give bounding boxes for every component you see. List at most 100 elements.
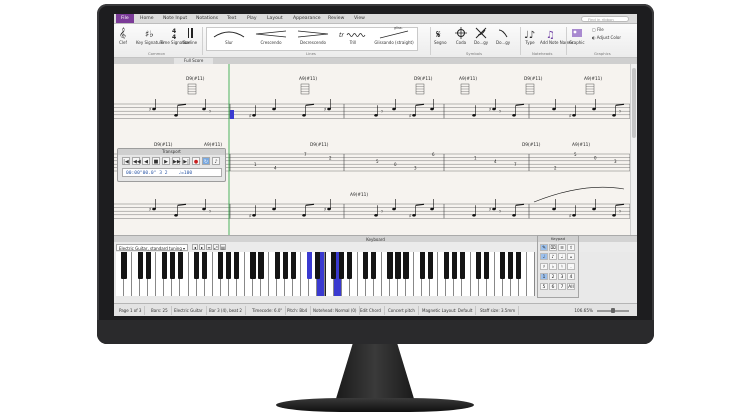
adjust-color-button[interactable]: ◐ Adjust Color — [592, 35, 621, 40]
piano-black-key[interactable] — [459, 252, 466, 279]
status-concert-pitch[interactable]: Concert pitch — [385, 306, 419, 315]
keyboard-layout-button[interactable]: ▤ — [220, 244, 226, 250]
trill-button[interactable]: tr Trill — [336, 29, 370, 45]
piano-black-key[interactable] — [250, 252, 256, 279]
coda-button[interactable]: Coda — [455, 27, 467, 45]
barline-button[interactable]: Barline — [183, 27, 197, 45]
tab-play[interactable]: Play — [247, 15, 257, 22]
keyboard-octave-down-button[interactable]: ◂ — [192, 244, 198, 250]
slur-button[interactable]: Slur — [210, 29, 248, 45]
keypad-key[interactable]: 𝅝 — [567, 253, 575, 260]
piano-black-key[interactable] — [177, 252, 184, 279]
piano-black-key[interactable] — [371, 252, 377, 279]
tab-appearance[interactable]: Appearance — [293, 15, 321, 22]
tab-layout[interactable]: Layout — [267, 15, 283, 22]
piano-black-key[interactable] — [395, 252, 401, 279]
piano-black-key[interactable] — [202, 252, 208, 279]
graphic-file-button[interactable]: ▢ File — [592, 27, 604, 32]
piano-black-key[interactable] — [306, 252, 312, 279]
piano-black-key[interactable] — [314, 252, 321, 279]
piano-black-key[interactable] — [508, 252, 514, 279]
scrollbar-thumb[interactable] — [632, 68, 636, 138]
tab-home[interactable]: Home — [140, 15, 154, 22]
status-edit-chord[interactable]: Edit Chord — [357, 306, 385, 315]
keypad-layout-button[interactable]: ⇧ — [567, 244, 575, 251]
tab-text[interactable]: Text — [227, 15, 236, 22]
keypad-key[interactable]: ♮ — [558, 263, 566, 270]
tab-file[interactable]: File — [116, 14, 134, 23]
tab-note-input[interactable]: Note Input — [163, 15, 187, 22]
keypad-key[interactable]: ♪ — [549, 253, 557, 260]
step-back-button[interactable]: ◀ — [142, 157, 150, 165]
piano-white-key[interactable] — [526, 252, 535, 296]
click-button[interactable]: ♪ — [212, 157, 220, 165]
piano-black-key[interactable] — [234, 252, 240, 279]
piano-black-key[interactable] — [476, 252, 482, 279]
piano-black-key[interactable] — [282, 252, 288, 279]
keypad-key[interactable]: . — [567, 263, 575, 270]
keypad-key[interactable]: 1 — [540, 273, 548, 280]
tab-notations[interactable]: Notations — [196, 15, 218, 22]
piano-black-key[interactable] — [427, 252, 433, 279]
keypad-key[interactable]: 𝅗𝅥 — [558, 253, 566, 260]
keypad-layout-button[interactable]: ⌧ — [549, 244, 557, 251]
keypad-key[interactable]: 3 — [558, 273, 566, 280]
piano-black-key[interactable] — [218, 252, 224, 279]
doit-button-2[interactable]: Do...gy — [496, 27, 510, 45]
forward-to-end-button[interactable]: ▶| — [182, 157, 190, 165]
stop-button[interactable]: ■ — [152, 157, 160, 165]
crescendo-button[interactable]: Crescendo — [252, 29, 290, 45]
piano-black-key[interactable] — [419, 252, 425, 279]
piano-black-key[interactable] — [339, 252, 345, 279]
live-playback-button[interactable]: ↻ — [202, 157, 210, 165]
piano-black-key[interactable] — [161, 252, 167, 279]
ribbon-search-input[interactable]: Find in ribbon — [581, 15, 629, 22]
keypad-key[interactable]: ♭ — [549, 263, 557, 270]
play-button[interactable]: ▶ — [162, 157, 170, 165]
piano-black-key[interactable] — [330, 252, 337, 279]
piano-black-key[interactable] — [347, 252, 353, 279]
notehead-type-button[interactable]: ♩♪ Type — [524, 27, 536, 45]
keypad-layout-button[interactable]: ≡ — [558, 244, 566, 251]
piano-black-key[interactable] — [451, 252, 457, 279]
piano-black-key[interactable] — [500, 252, 506, 279]
graphic-button[interactable]: Graphic — [569, 27, 585, 45]
piano-black-key[interactable] — [137, 252, 143, 279]
doit-button[interactable]: Do...gy — [474, 27, 488, 45]
piano-black-key[interactable] — [226, 252, 232, 279]
keypad-key[interactable]: 5 — [540, 283, 548, 290]
clef-button[interactable]: 𝄞 Clef — [117, 27, 129, 45]
decrescendo-button[interactable]: Decrescendo — [294, 29, 332, 45]
keyboard-chord-button[interactable]: ≡ — [206, 244, 212, 250]
piano-black-key[interactable] — [169, 252, 175, 279]
rewind-to-start-button[interactable]: |◀ — [122, 157, 130, 165]
record-button[interactable]: ● — [192, 157, 200, 165]
keypad-key[interactable]: All — [567, 283, 575, 290]
piano-black-key[interactable] — [387, 252, 393, 279]
tab-view[interactable]: View — [354, 15, 365, 22]
status-magnetic-layout[interactable]: Magnetic Layout: Default — [419, 306, 477, 315]
piano-black-key[interactable] — [121, 252, 127, 279]
piano-black-key[interactable] — [258, 252, 264, 279]
keypad-key[interactable]: 6 — [549, 283, 557, 290]
piano-black-key[interactable] — [403, 252, 409, 279]
keypad-layout-button[interactable]: ✎ — [540, 244, 548, 251]
piano-black-key[interactable] — [443, 252, 449, 279]
tab-review[interactable]: Review — [328, 15, 344, 22]
score-vertical-scrollbar[interactable] — [630, 64, 637, 235]
piano-keyboard[interactable] — [116, 252, 535, 296]
piano-black-key[interactable] — [516, 252, 522, 279]
keyboard-octave-up-button[interactable]: ▸ — [199, 244, 205, 250]
fast-forward-button[interactable]: ▶▶ — [172, 157, 181, 165]
keypad-key[interactable]: 2 — [549, 273, 557, 280]
piano-black-key[interactable] — [363, 252, 369, 279]
instrument-select[interactable]: Electric Guitar, standard tuning ▾ — [116, 243, 188, 251]
segno-button[interactable]: 𝄋 Segno — [434, 27, 447, 45]
keypad-key[interactable]: 7 — [558, 283, 566, 290]
keypad-key[interactable]: ♩ — [540, 253, 548, 260]
keypad-key[interactable]: 4 — [567, 273, 575, 280]
piano-black-key[interactable] — [274, 252, 280, 279]
piano-black-key[interactable] — [145, 252, 151, 279]
add-note-names-button[interactable]: ♫ Add Note Names — [540, 27, 574, 45]
zoom-slider[interactable] — [597, 308, 629, 313]
